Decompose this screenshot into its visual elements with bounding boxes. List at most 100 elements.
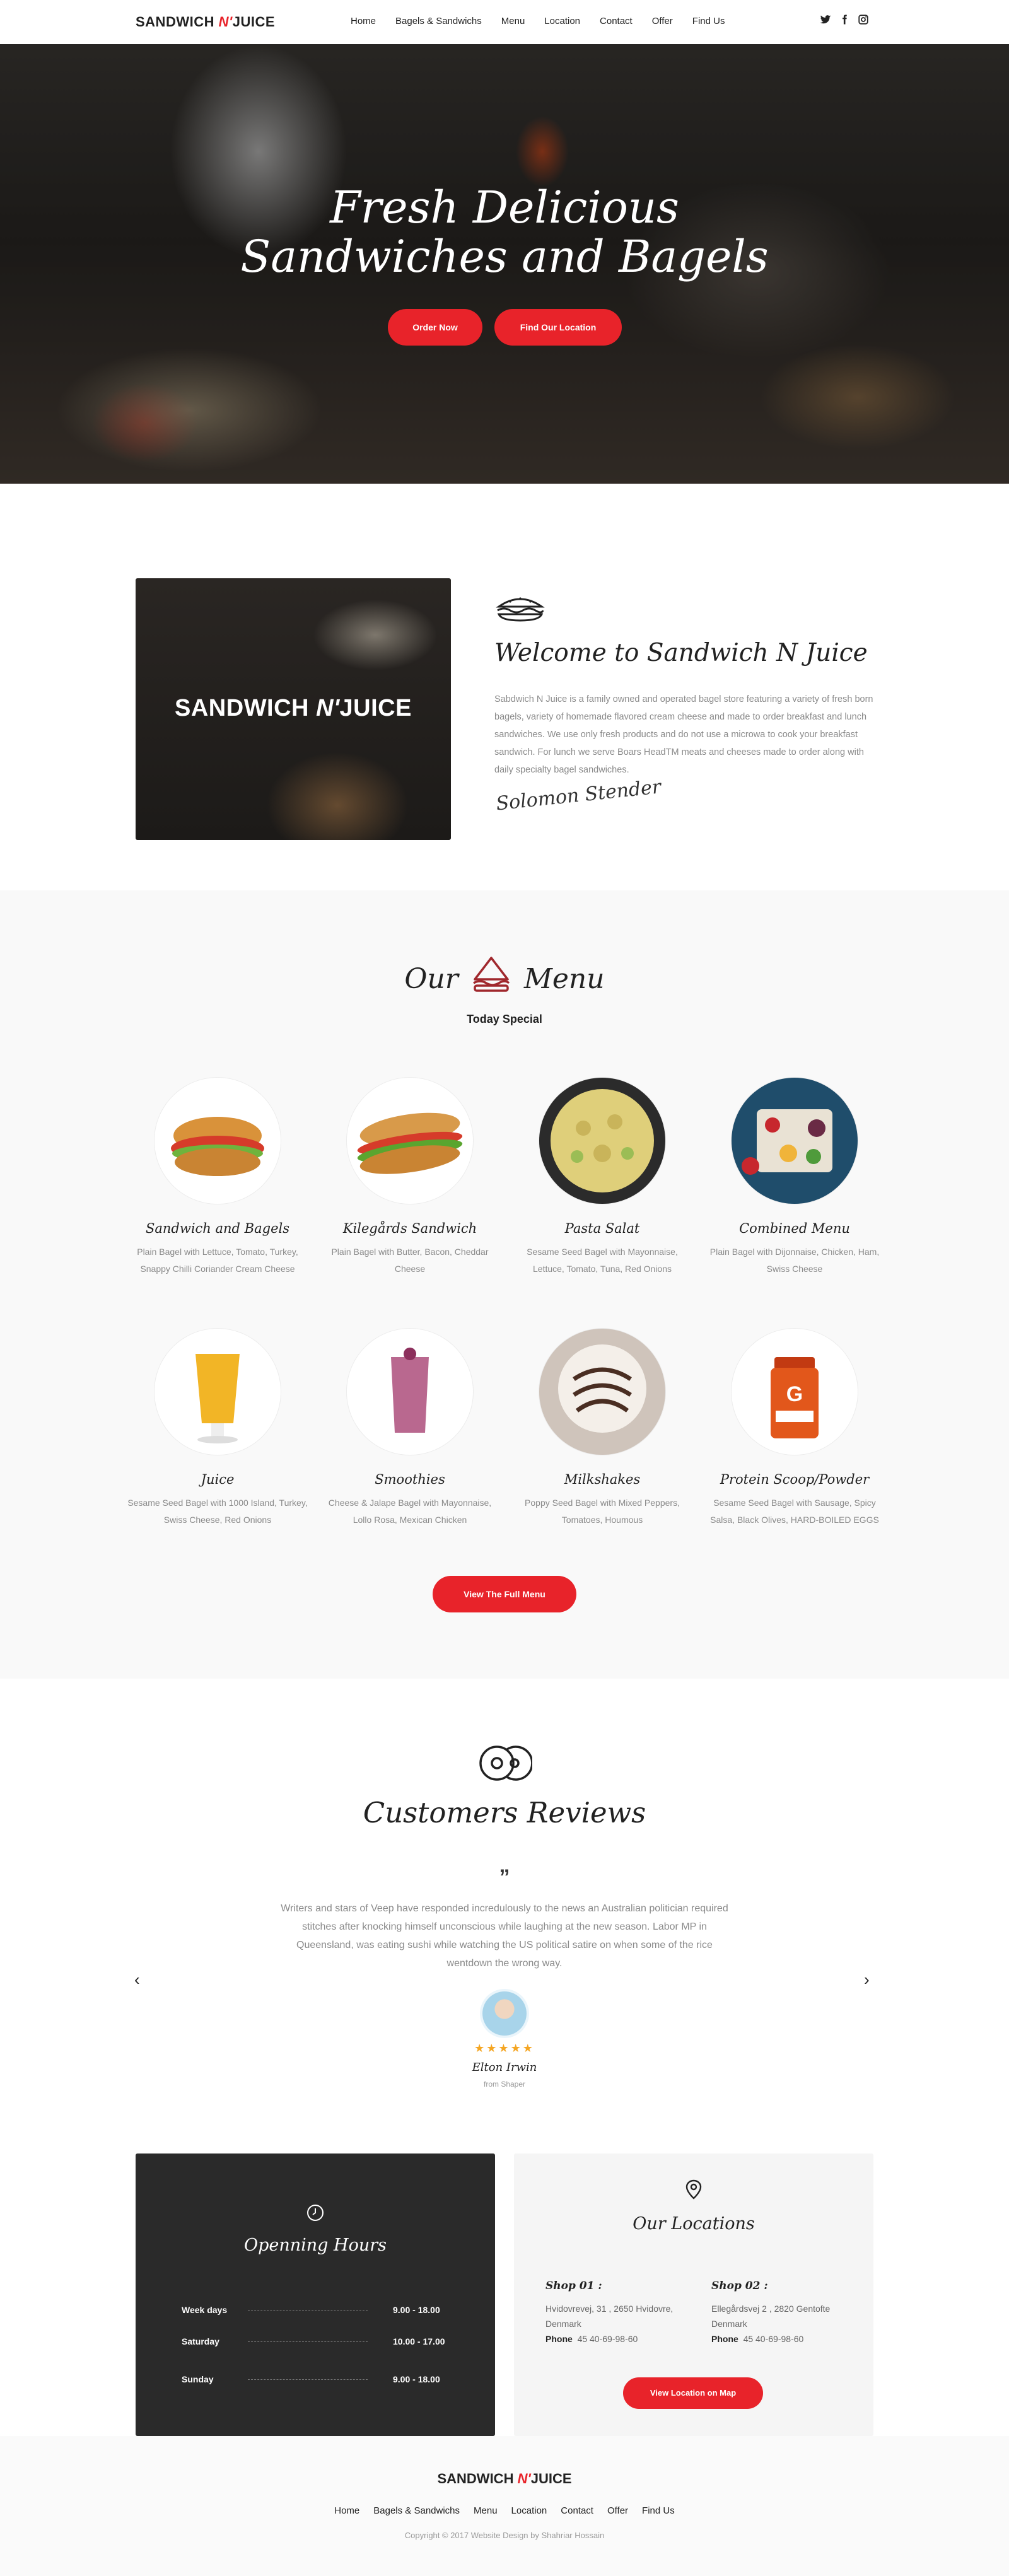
menu-item-desc: Sesame Seed Bagel with Mayonnaise, Lettu… bbox=[527, 1247, 678, 1274]
dotted-divider bbox=[248, 2341, 368, 2342]
hero-title: Fresh Delicious Sandwiches and Bagels bbox=[0, 183, 1009, 281]
hours-day: Saturday bbox=[182, 2336, 219, 2346]
menu-item[interactable]: Combined Menu Plain Bagel with Dijonnais… bbox=[703, 1078, 886, 1278]
footer-item-menu[interactable]: Menu bbox=[474, 2505, 498, 2516]
nav-item-offer[interactable]: Offer bbox=[652, 16, 673, 26]
menu-item-name: Milkshakes bbox=[564, 1472, 641, 1487]
reviewer-source: from Shaper bbox=[483, 2080, 526, 2089]
kilegards-sandwich-image bbox=[347, 1078, 473, 1204]
shop-title: Shop 02 : bbox=[711, 2280, 768, 2292]
shop-title: Shop 01 : bbox=[545, 2280, 602, 2292]
find-location-button[interactable]: Find Our Location bbox=[494, 309, 622, 346]
footer-item-bagels[interactable]: Bagels & Sandwichs bbox=[373, 2505, 460, 2516]
footer-menu: Home Bagels & Sandwichs Menu Location Co… bbox=[0, 2505, 1009, 2516]
footer-item-contact[interactable]: Contact bbox=[561, 2505, 593, 2516]
footer: SANDWICH N'JUICE Home Bagels & Sandwichs… bbox=[0, 2436, 1009, 2576]
view-location-map-button[interactable]: View Location on Map bbox=[623, 2377, 763, 2409]
menu-item[interactable]: Kilegårds Sandwich Plain Bagel with Butt… bbox=[318, 1078, 501, 1278]
sandwich-slice-icon bbox=[472, 957, 510, 992]
welcome-title: Welcome to Sandwich N Juice bbox=[494, 639, 868, 667]
opening-hours-title: Openning Hours bbox=[243, 2235, 387, 2255]
svg-text:G: G bbox=[786, 1382, 803, 1406]
logo-text-right: JUICE bbox=[232, 14, 276, 30]
nav-item-location[interactable]: Location bbox=[544, 16, 580, 26]
menu-item-desc: Sesame Seed Bagel with Sausage, Spicy Sa… bbox=[710, 1498, 879, 1525]
phone-label: Phone bbox=[711, 2334, 738, 2344]
footer-logo-left: SANDWICH bbox=[437, 2471, 514, 2486]
smoothies-image bbox=[347, 1329, 473, 1455]
shop-phone: Phone 45 40-69-98-60 bbox=[711, 2331, 856, 2346]
hours-row: Week days 9.00 - 18.00 bbox=[182, 2305, 459, 2315]
hours-time: 9.00 - 18.00 bbox=[393, 2305, 440, 2315]
prev-review-arrow-icon[interactable]: ‹ bbox=[134, 1970, 140, 1990]
menu-item-name: Smoothies bbox=[375, 1472, 445, 1487]
menu-item[interactable]: Pasta Salat Sesame Seed Bagel with Mayon… bbox=[511, 1078, 694, 1278]
reviewer-name: Elton Irwin bbox=[472, 2061, 537, 2074]
next-review-arrow-icon[interactable]: › bbox=[864, 1970, 870, 1990]
top-navbar: SANDWICH N'JUICE Home Bagels & Sandwichs… bbox=[0, 0, 1009, 44]
menu-item[interactable]: Sandwich and Bagels Plain Bagel with Let… bbox=[126, 1078, 309, 1278]
footer-logo-right: JUICE bbox=[530, 2471, 572, 2486]
hours-row: Sunday 9.00 - 18.00 bbox=[182, 2374, 459, 2384]
footer-item-find-us[interactable]: Find Us bbox=[642, 2505, 675, 2516]
welcome-text: Sabdwich N Juice is a family owned and o… bbox=[494, 694, 873, 775]
menu-item-name: Protein Scoop/Powder bbox=[720, 1472, 870, 1487]
menu-item-name: Juice bbox=[201, 1472, 235, 1487]
menu-title: Our Menu bbox=[0, 955, 1009, 995]
menu-title-right: Menu bbox=[523, 963, 605, 995]
today-special: Today Special bbox=[467, 1013, 542, 1025]
hours-time: 10.00 - 17.00 bbox=[393, 2336, 445, 2346]
pasta-salat-image bbox=[539, 1078, 665, 1204]
nav-item-menu[interactable]: Menu bbox=[501, 16, 525, 26]
footer-item-offer[interactable]: Offer bbox=[607, 2505, 628, 2516]
instagram-icon[interactable] bbox=[858, 14, 869, 25]
reviewer-avatar bbox=[482, 1991, 527, 2036]
menu-item-desc: Plain Bagel with Butter, Bacon, Cheddar … bbox=[331, 1247, 489, 1274]
hero-banner: Fresh Delicious Sandwiches and Bagels Or… bbox=[0, 44, 1009, 484]
phone-number[interactable]: 45 40-69-98-60 bbox=[578, 2334, 638, 2344]
facebook-icon[interactable] bbox=[839, 14, 850, 25]
order-now-button[interactable]: Order Now bbox=[388, 309, 482, 346]
menu-title-left: Our bbox=[404, 963, 458, 995]
footer-item-home[interactable]: Home bbox=[334, 2505, 359, 2516]
nav-item-home[interactable]: Home bbox=[351, 16, 376, 26]
menu-item[interactable]: Juice Sesame Seed Bagel with 1000 Island… bbox=[126, 1329, 309, 1529]
shop-address: Ellegårdsvej 2 , 2820 Gentofte Denmark bbox=[711, 2304, 831, 2329]
welcome-logo-right: JUICE bbox=[339, 695, 412, 721]
opening-hours-card: Openning Hours Week days 9.00 - 18.00 Sa… bbox=[136, 2153, 495, 2436]
view-full-menu-button[interactable]: View The Full Menu bbox=[433, 1576, 576, 1612]
menu-item-name: Pasta Salat bbox=[564, 1221, 640, 1236]
menu-item-desc: Cheese & Jalape Bagel with Mayonnaise, L… bbox=[328, 1498, 492, 1525]
menu-item-name: Combined Menu bbox=[739, 1221, 850, 1236]
hero-title-line2: Sandwiches and Bagels bbox=[240, 231, 769, 283]
shop-address: Hvidovrevej, 31 , 2650 Hvidovre, Denmark bbox=[545, 2304, 674, 2329]
twitter-icon[interactable] bbox=[820, 14, 831, 25]
brand-logo[interactable]: SANDWICH N'JUICE bbox=[136, 14, 275, 30]
menu-item[interactable]: G Protein Scoop/Powder Sesame Seed Bagel… bbox=[703, 1329, 886, 1529]
dotted-divider bbox=[248, 2379, 368, 2380]
social-links bbox=[820, 14, 869, 25]
review-text: Writers and stars of Veep have responded… bbox=[281, 1903, 728, 1969]
hours-row: Saturday 10.00 - 17.00 bbox=[182, 2336, 459, 2346]
menu-item-desc: Plain Bagel with Dijonnaise, Chicken, Ha… bbox=[709, 1247, 880, 1274]
reviews-title: Customers Reviews bbox=[363, 1796, 646, 1829]
nav-item-bagels[interactable]: Bagels & Sandwichs bbox=[395, 16, 482, 26]
menu-item-desc: Plain Bagel with Lettuce, Tomato, Turkey… bbox=[137, 1247, 298, 1274]
phone-label: Phone bbox=[545, 2334, 573, 2344]
welcome-image: SANDWICH N'JUICE bbox=[136, 578, 451, 840]
sandwich-icon bbox=[496, 597, 545, 622]
footer-logo[interactable]: SANDWICH N'JUICE bbox=[0, 2471, 1009, 2487]
copyright-text: Copyright © 2017 Website Design by Shahr… bbox=[404, 2531, 605, 2540]
footer-item-location[interactable]: Location bbox=[511, 2505, 547, 2516]
menu-item[interactable]: Smoothies Cheese & Jalape Bagel with May… bbox=[318, 1329, 501, 1529]
shop-info: Shop 02 : Ellegårdsvej 2 , 2820 Gentofte… bbox=[711, 2278, 856, 2346]
phone-number[interactable]: 45 40-69-98-60 bbox=[744, 2334, 804, 2344]
shop-info: Shop 01 : Hvidovrevej, 31 , 2650 Hvidovr… bbox=[545, 2278, 691, 2346]
nav-item-find-us[interactable]: Find Us bbox=[692, 16, 725, 26]
main-menu: Home Bagels & Sandwichs Menu Location Co… bbox=[351, 16, 725, 26]
nav-item-contact[interactable]: Contact bbox=[600, 16, 633, 26]
protein-powder-image: G bbox=[732, 1329, 858, 1455]
menu-item[interactable]: Milkshakes Poppy Seed Bagel with Mixed P… bbox=[511, 1329, 694, 1529]
welcome-logo-left: SANDWICH bbox=[175, 695, 309, 721]
hours-day: Week days bbox=[182, 2305, 228, 2315]
